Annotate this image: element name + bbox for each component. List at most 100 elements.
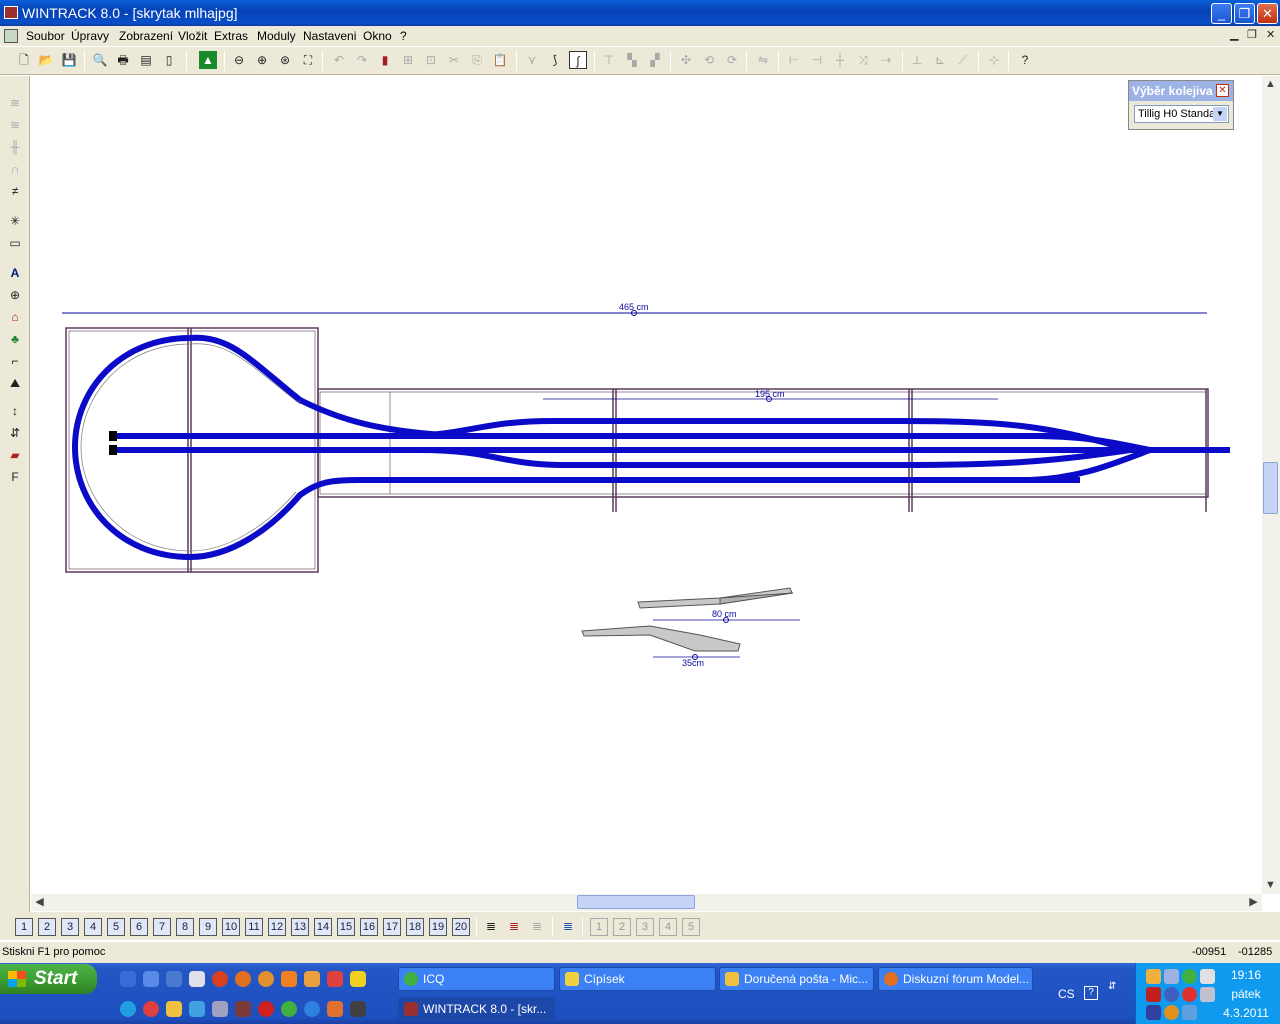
bs-icon[interactable] bbox=[166, 971, 182, 987]
layer-11-button[interactable]: 11 bbox=[245, 918, 263, 936]
book-icon[interactable]: ▮ bbox=[376, 51, 394, 69]
context-help-icon[interactable]: ? bbox=[1016, 51, 1034, 69]
tray-update-icon[interactable] bbox=[1164, 987, 1179, 1002]
vlc-icon[interactable] bbox=[281, 971, 297, 987]
layer-10-button[interactable]: 10 bbox=[222, 918, 240, 936]
layer-7-button[interactable]: 7 bbox=[153, 918, 171, 936]
horizontal-scrollbar[interactable]: ◀ ▶ bbox=[31, 894, 1262, 911]
layer-6-button[interactable]: 6 bbox=[130, 918, 148, 936]
flex-track-2-tool-icon[interactable]: ≋ bbox=[5, 116, 25, 134]
layer-stack-icon[interactable]: ≣ bbox=[559, 917, 577, 935]
close-button[interactable]: ✕ bbox=[1257, 3, 1278, 24]
house-tool-icon[interactable]: ⌂ bbox=[5, 308, 25, 326]
view-4-button[interactable]: 4 bbox=[659, 918, 677, 936]
layer-hide-icon[interactable]: ≣ bbox=[528, 917, 546, 935]
wintrack-quick-icon[interactable] bbox=[235, 1001, 251, 1017]
language-indicator[interactable]: CS bbox=[1058, 987, 1075, 1001]
cross-icon[interactable]: ┼ bbox=[831, 51, 849, 69]
slope-icon[interactable]: ⊾ bbox=[931, 51, 949, 69]
undo-icon[interactable]: ↶ bbox=[330, 51, 348, 69]
save-icon-quick[interactable] bbox=[189, 971, 205, 987]
layer-12-button[interactable]: 12 bbox=[268, 918, 286, 936]
view-2-button[interactable]: 2 bbox=[613, 918, 631, 936]
start-button[interactable]: Start bbox=[0, 964, 97, 994]
zoom-in-icon[interactable]: ⊕ bbox=[253, 51, 271, 69]
layer-4-button[interactable]: 4 bbox=[84, 918, 102, 936]
opera-icon[interactable] bbox=[212, 971, 228, 987]
new-file-icon[interactable]: 🗋 bbox=[15, 51, 33, 69]
language-menu-icon[interactable]: ⇵ bbox=[1108, 981, 1116, 992]
ungroup-icon[interactable]: ▞ bbox=[646, 51, 664, 69]
menu-vlozit[interactable]: Vložit bbox=[178, 28, 207, 44]
menu-extras[interactable]: Extras bbox=[214, 28, 248, 44]
task-forum[interactable]: Diskuzní fórum Model... bbox=[878, 967, 1033, 991]
layers-icon[interactable]: ≣ bbox=[482, 917, 500, 935]
join-icon[interactable]: ⊣ bbox=[808, 51, 826, 69]
task-cipisek[interactable]: Cípísek bbox=[559, 967, 716, 991]
download-icon[interactable] bbox=[212, 1001, 228, 1017]
vertical-line-tool-icon[interactable]: ↕ bbox=[5, 402, 25, 420]
copy-icon[interactable]: ⎘ bbox=[468, 51, 486, 69]
horizontal-line-tool-icon[interactable]: ⇵ bbox=[5, 424, 25, 442]
layer-3-button[interactable]: 3 bbox=[61, 918, 79, 936]
font-tool-icon[interactable]: F bbox=[5, 468, 25, 486]
open-folder-icon[interactable]: 📂 bbox=[37, 51, 55, 69]
flex-track-tool-icon[interactable]: ≋ bbox=[5, 94, 25, 112]
frame-icon[interactable]: ⊡ bbox=[422, 51, 440, 69]
tray-ati-icon[interactable] bbox=[1146, 987, 1161, 1002]
mdi-restore-icon[interactable]: ❐ bbox=[1247, 28, 1257, 41]
turnout-icon[interactable]: ⋎ bbox=[523, 51, 541, 69]
menu-soubor[interactable]: Soubor bbox=[26, 28, 65, 44]
layer-16-button[interactable]: 16 bbox=[360, 918, 378, 936]
skype-icon[interactable] bbox=[120, 1001, 136, 1017]
zoom-out-icon[interactable]: ⊖ bbox=[230, 51, 248, 69]
horizontal-scroll-thumb[interactable] bbox=[577, 895, 695, 909]
menu-okno[interactable]: Okno bbox=[363, 28, 392, 44]
layer-17-button[interactable]: 17 bbox=[383, 918, 401, 936]
curve-icon[interactable]: ⟆ bbox=[546, 51, 564, 69]
crossover-icon[interactable]: ⤨ bbox=[854, 51, 872, 69]
tray-icq-icon[interactable] bbox=[1182, 969, 1197, 984]
mdi-minimize-icon[interactable]: ▁ bbox=[1230, 28, 1238, 41]
menu-help[interactable]: ? bbox=[400, 28, 407, 44]
save-icon[interactable]: 💾 bbox=[60, 51, 78, 69]
page-icon[interactable]: ▯ bbox=[160, 51, 178, 69]
chevron-down-icon[interactable]: ▼ bbox=[1213, 107, 1227, 121]
vertical-scroll-thumb[interactable] bbox=[1263, 462, 1278, 514]
paste-icon[interactable]: 📋 bbox=[491, 51, 509, 69]
terrain-tool-icon[interactable]: ✳ bbox=[5, 212, 25, 230]
tray-network-icon[interactable] bbox=[1164, 969, 1179, 984]
ie-icon[interactable] bbox=[304, 1001, 320, 1017]
scroll-down-icon[interactable]: ▼ bbox=[1262, 877, 1279, 894]
menu-upravy[interactable]: Úpravy bbox=[71, 28, 109, 44]
tray-mail-icon[interactable] bbox=[1146, 969, 1161, 984]
zoom-window-icon[interactable]: ⊛ bbox=[276, 51, 294, 69]
cut-icon[interactable]: ✂ bbox=[445, 51, 463, 69]
task-wintrack[interactable]: WINTRACK 8.0 - [skr... bbox=[398, 997, 555, 1021]
scroll-left-icon[interactable]: ◀ bbox=[31, 894, 48, 911]
platform-tool-icon[interactable]: ▭ bbox=[5, 234, 25, 252]
print-setup-icon[interactable]: ▤ bbox=[137, 51, 155, 69]
rotate-icon[interactable]: ⟲ bbox=[700, 51, 718, 69]
print-preview-icon[interactable]: 🔍 bbox=[91, 51, 109, 69]
app-red-icon[interactable] bbox=[327, 971, 343, 987]
tray-volume-icon[interactable] bbox=[1200, 969, 1215, 984]
align-icon[interactable]: ⊤ bbox=[600, 51, 618, 69]
restore-button[interactable]: ❐ bbox=[1234, 3, 1255, 24]
layer-8-button[interactable]: 8 bbox=[176, 918, 194, 936]
scroll-right-icon[interactable]: ▶ bbox=[1245, 894, 1262, 911]
layer-color-icon[interactable]: ≣ bbox=[505, 917, 523, 935]
opera-quick-icon[interactable] bbox=[258, 1001, 274, 1017]
text-tool-icon[interactable]: A bbox=[5, 264, 25, 282]
app-icon[interactable] bbox=[4, 6, 18, 19]
task-icq[interactable]: ICQ bbox=[398, 967, 555, 991]
road-tool-icon[interactable]: ⌐ bbox=[5, 352, 25, 370]
layer-1-button[interactable]: 1 bbox=[15, 918, 33, 936]
menu-nastaveni[interactable]: Nastaveni bbox=[303, 28, 356, 44]
explorer-icon[interactable] bbox=[143, 971, 159, 987]
document-icon[interactable] bbox=[4, 29, 18, 43]
split-icon[interactable]: ⊢ bbox=[785, 51, 803, 69]
media-player-icon[interactable] bbox=[120, 971, 136, 987]
tunnel-tool-icon[interactable]: ∩ bbox=[5, 160, 25, 178]
thunderbird-icon[interactable] bbox=[304, 971, 320, 987]
